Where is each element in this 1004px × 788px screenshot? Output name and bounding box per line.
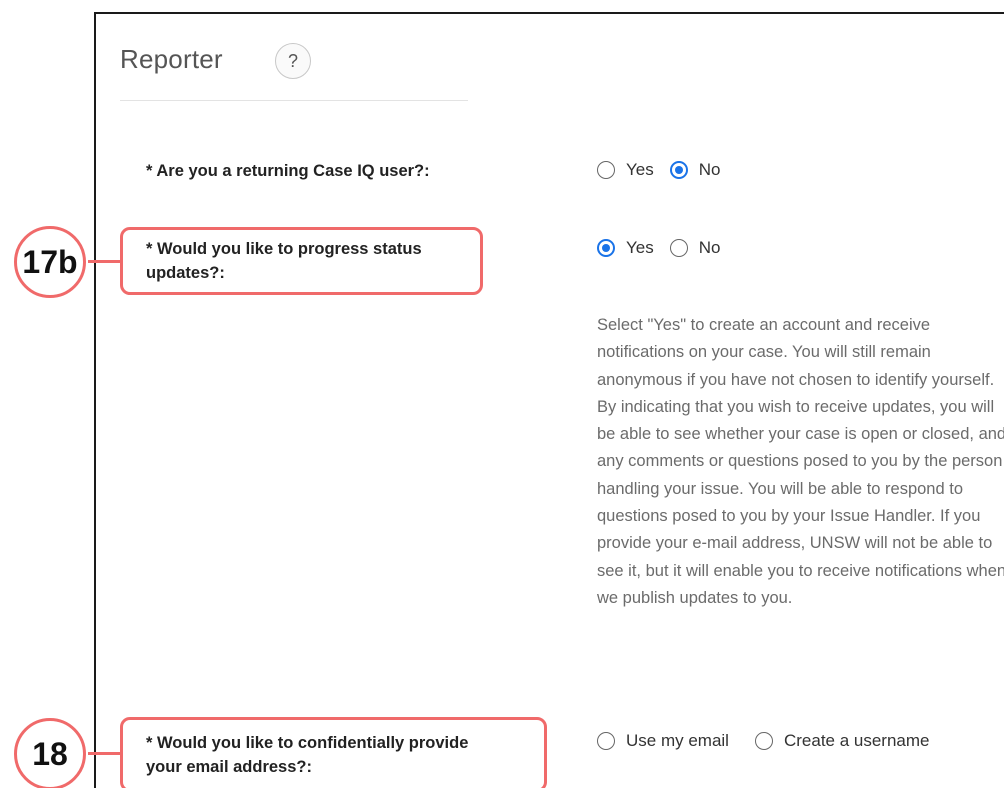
- form-page: Reporter ? * Are you a returning Case IQ…: [0, 0, 1004, 788]
- status-updates-no-radio[interactable]: No: [669, 238, 721, 258]
- annotation-connector-18: [88, 752, 122, 755]
- radio-unchecked-icon: [597, 732, 615, 750]
- label-line: updates?:: [146, 264, 225, 282]
- help-button[interactable]: ?: [275, 43, 311, 79]
- status-updates-help-text: Select "Yes" to create an account and re…: [597, 316, 1004, 607]
- radio-checked-icon: [597, 239, 615, 257]
- returning-user-radio-group: Yes No: [597, 160, 720, 180]
- radio-label: Yes: [626, 160, 654, 179]
- radio-label: No: [698, 160, 721, 179]
- label-line: * Would you like to confidentially provi…: [146, 734, 469, 752]
- label-line: * Would you like to progress status: [146, 240, 422, 258]
- create-username-radio[interactable]: Create a username: [754, 731, 930, 751]
- annotation-connector-17b: [88, 260, 122, 263]
- title-divider: [120, 100, 468, 101]
- label-line: your email address?:: [146, 758, 312, 776]
- radio-unchecked-icon: [597, 161, 615, 179]
- radio-label: Yes: [626, 238, 654, 257]
- radio-unchecked-icon: [669, 239, 688, 257]
- annotation-badge-17b: 17b: [14, 226, 86, 298]
- question-returning-user-label: * Are you a returning Case IQ user?:: [146, 162, 430, 180]
- returning-user-yes-radio[interactable]: Yes: [597, 160, 654, 180]
- section-title: Reporter: [120, 44, 223, 74]
- radio-checked-icon: [669, 161, 688, 179]
- status-updates-radio-group: Yes No: [597, 238, 720, 258]
- email-choice-radio-group: Use my email Create a username: [597, 731, 930, 751]
- question-email-label: * Would you like to confidentially provi…: [146, 731, 468, 779]
- annotation-badge-18: 18: [14, 718, 86, 788]
- returning-user-no-radio[interactable]: No: [669, 160, 721, 180]
- question-mark-icon: ?: [287, 50, 298, 71]
- use-my-email-radio[interactable]: Use my email: [597, 731, 729, 751]
- question-status-updates-label: * Would you like to progress status upda…: [146, 237, 422, 285]
- radio-unchecked-icon: [754, 732, 773, 750]
- radio-label: Create a username: [783, 731, 930, 750]
- radio-label: No: [698, 238, 721, 257]
- status-updates-yes-radio[interactable]: Yes: [597, 238, 654, 258]
- radio-label: Use my email: [626, 731, 729, 750]
